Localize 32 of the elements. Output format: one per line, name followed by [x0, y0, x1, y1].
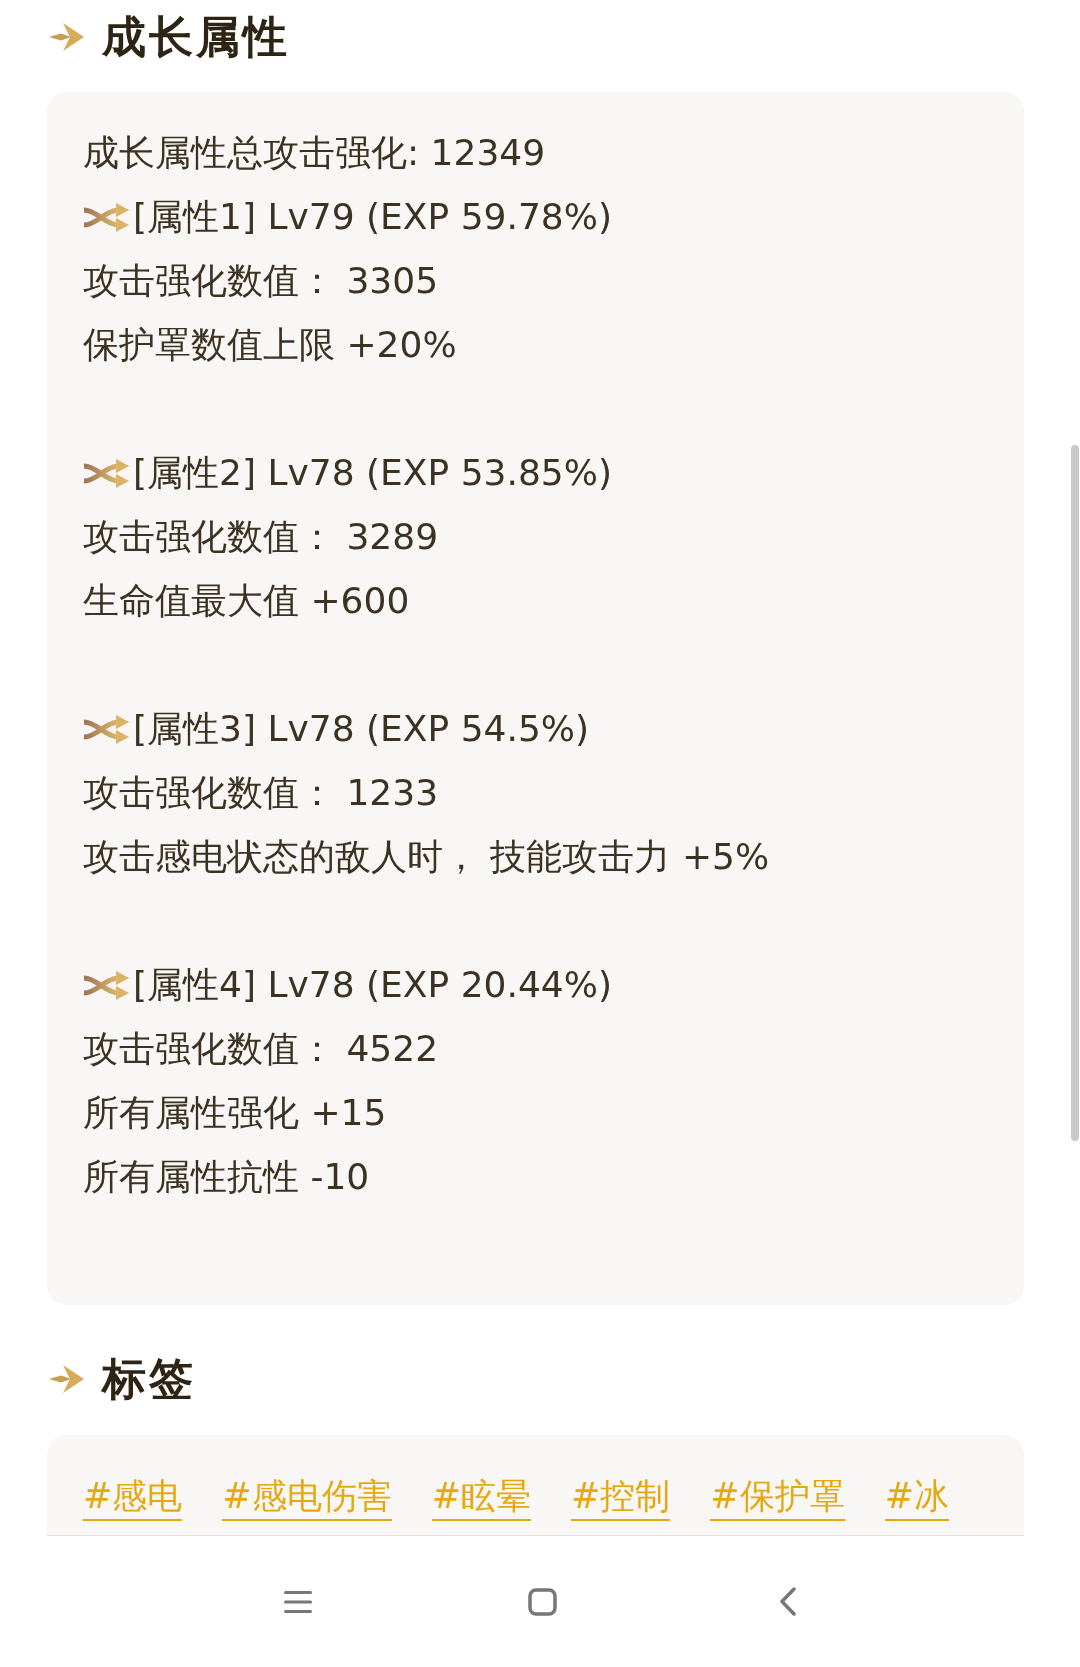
stat-line: 生命值最大值 +600: [83, 579, 410, 623]
menu-icon: [283, 1590, 312, 1613]
tag-link[interactable]: #感电: [83, 1474, 183, 1521]
stat-line: 保护罩数值上限 +20%: [83, 323, 457, 367]
shuffle-icon: [83, 457, 130, 489]
tag-link[interactable]: #感电伤害: [222, 1474, 392, 1521]
stat-line: 攻击感电状态的敌人时， 技能攻击力 +5%: [83, 835, 770, 879]
stat-line: 攻击强化数值： 1233: [83, 771, 439, 815]
section-heading: 标签: [102, 1357, 196, 1401]
section-heading: 成长属性: [102, 15, 290, 59]
attribute-header: [属性1] Lv79 (EXP 59.78%): [133, 195, 612, 239]
tag-link[interactable]: #冰: [884, 1474, 949, 1521]
attribute-header: [属性3] Lv78 (EXP 54.5%): [133, 707, 590, 751]
tag-link[interactable]: #控制: [571, 1474, 671, 1521]
shuffle-icon: [83, 713, 130, 745]
stat-line: 所有属性强化 +15: [83, 1091, 387, 1135]
summary-text: 成长属性总攻击强化: 12349: [83, 131, 546, 175]
attribute-header: [属性4] Lv78 (EXP 20.44%): [133, 963, 612, 1007]
stat-line: 攻击强化数值： 3289: [83, 515, 439, 559]
tag-link[interactable]: #保护罩: [710, 1474, 845, 1521]
square-icon: [528, 1587, 557, 1616]
chevron-left-icon: [779, 1587, 796, 1616]
scrollbar[interactable]: [1071, 445, 1079, 1141]
arrow-icon: [49, 1363, 85, 1395]
shuffle-icon: [83, 201, 130, 233]
stat-line: 所有属性抗性 -10: [83, 1155, 370, 1199]
shuffle-icon: [83, 969, 130, 1001]
stat-line: 攻击强化数值： 4522: [83, 1027, 439, 1071]
arrow-icon: [49, 21, 85, 53]
stat-line: 攻击强化数值： 3305: [83, 259, 439, 303]
tag-link[interactable]: #眩晕: [431, 1474, 531, 1521]
attribute-header: [属性2] Lv78 (EXP 53.85%): [133, 451, 612, 495]
